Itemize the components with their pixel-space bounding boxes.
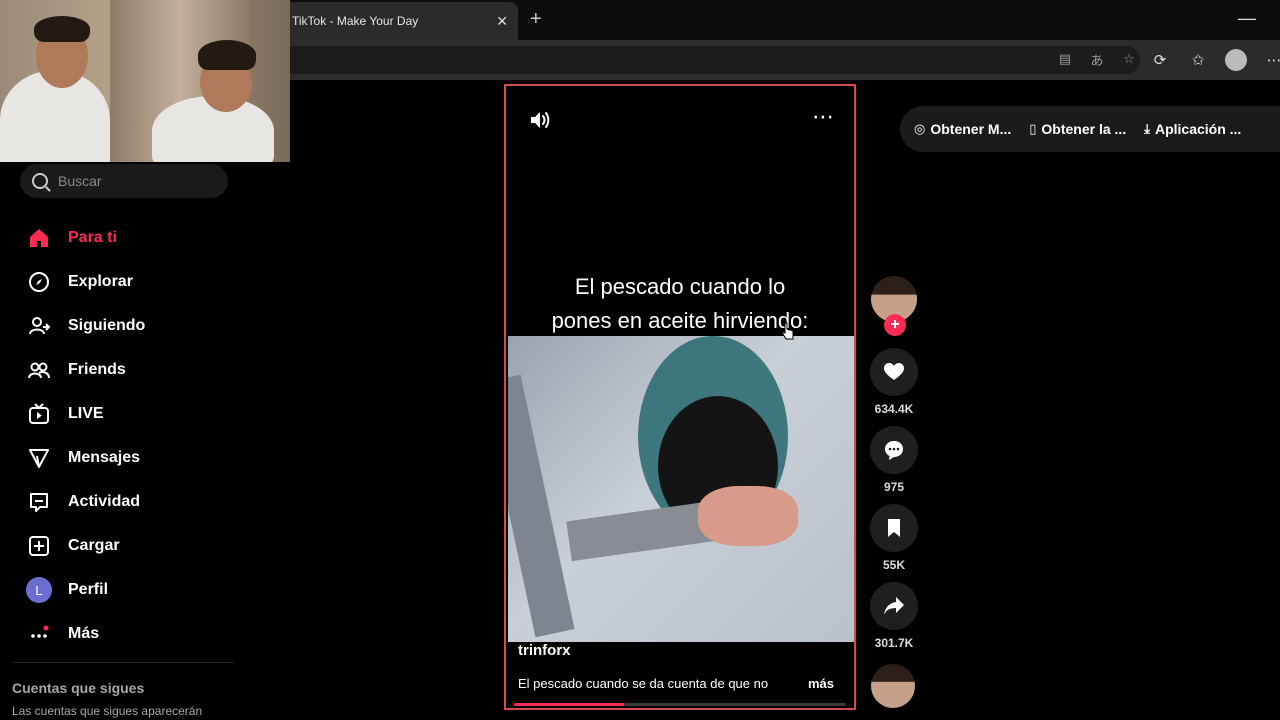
tab-close-icon[interactable]: ✕ (496, 13, 508, 30)
like-count: 634.4K (874, 402, 914, 416)
url-field[interactable] (270, 46, 1140, 74)
video-username[interactable]: trinforx (518, 642, 571, 659)
translate-icon[interactable]: あ (1088, 50, 1106, 68)
following-section-desc: Las cuentas que sigues aparecerán (12, 704, 203, 718)
like-button[interactable] (870, 348, 918, 396)
video-more-icon[interactable]: ⋯ (812, 104, 835, 130)
sidebar-item-siguiendo[interactable]: Siguiendo (16, 304, 226, 348)
get-coins-link[interactable]: ◎ Obtener M... (914, 121, 1011, 137)
following-section-title: Cuentas que sigues (12, 680, 145, 696)
video-progress-fill (514, 703, 624, 706)
sidebar-item-label: Siguiendo (68, 317, 146, 334)
search-icon (32, 173, 48, 189)
tab-title: TikTok - Make Your Day (292, 14, 419, 28)
following-icon (26, 313, 52, 339)
favorite-star-icon[interactable]: ☆ (1120, 50, 1138, 68)
sidebar-item-label: Cargar (68, 537, 120, 554)
sidebar-item-label: Para ti (68, 229, 117, 246)
description-more-button[interactable]: más (808, 676, 834, 691)
sidebar-item-label: Más (68, 625, 100, 642)
webcam-overlay (0, 0, 290, 162)
desktop-app-link[interactable]: ⤓ Aplicación ... (1144, 121, 1241, 137)
get-app-label: Obtener la ... (1041, 121, 1127, 137)
video-progress-bar[interactable] (514, 703, 846, 706)
sidebar-item-label: Actividad (68, 493, 141, 510)
share-arrow-icon (884, 597, 904, 615)
sidebar-item-mas[interactable]: Más (16, 612, 226, 656)
volume-icon[interactable] (528, 108, 552, 132)
sidebar-item-label: LIVE (68, 405, 104, 422)
get-app-link[interactable]: ▯ Obtener la ... (1029, 121, 1126, 137)
sidebar-divider (12, 662, 234, 663)
heart-icon (884, 363, 904, 380)
extensions-icon[interactable]: ⟳ (1148, 48, 1172, 72)
sidebar-item-explorar[interactable]: Explorar (16, 260, 226, 304)
home-icon (26, 225, 52, 251)
save-count: 55K (882, 558, 905, 572)
search-box[interactable] (20, 164, 228, 198)
browser-tab[interactable]: TikTok - Make Your Day ✕ (282, 2, 518, 40)
hand-cursor-icon (782, 322, 794, 340)
get-coins-label: Obtener M... (930, 121, 1012, 137)
sidebar-item-actividad[interactable]: Actividad (16, 480, 226, 524)
person-right-hair (198, 40, 256, 70)
sidebar-item-live[interactable]: LIVE (16, 392, 226, 436)
phone-icon: ▯ (1029, 121, 1037, 136)
friends-icon (26, 357, 52, 383)
sidebar: Para ti Explorar Siguiendo Friends LIVE (0, 162, 240, 720)
profile-avatar: L (26, 577, 52, 603)
creator-avatar[interactable]: + (871, 276, 917, 336)
comment-icon (885, 441, 903, 460)
sidebar-item-para-ti[interactable]: Para ti (16, 216, 226, 260)
sidebar-nav: Para ti Explorar Siguiendo Friends LIVE (16, 216, 226, 656)
activity-icon (26, 489, 52, 515)
sidebar-item-label: Friends (68, 361, 126, 378)
caption-line-1: El pescado cuando lo (574, 274, 786, 299)
comment-button[interactable] (870, 426, 918, 474)
minimize-button[interactable]: — (1238, 8, 1256, 29)
sidebar-item-cargar[interactable]: Cargar (16, 524, 226, 568)
messages-icon (26, 445, 52, 471)
bookmark-icon (888, 519, 900, 537)
video-frame (508, 336, 854, 642)
comment-count: 975 (883, 480, 905, 494)
caption-line-2: pones en aceite hirviendo: (551, 308, 809, 333)
share-button[interactable] (870, 582, 918, 630)
download-icon: ⤓ (1144, 121, 1150, 136)
profile-icon[interactable] (1224, 48, 1248, 72)
video-player[interactable]: ⋯ El pescado cuando lo pones en aceite h… (504, 84, 856, 710)
video-caption: El pescado cuando lo pones en aceite hir… (506, 270, 854, 338)
coin-icon: ◎ (914, 121, 926, 136)
sidebar-item-perfil[interactable]: L Perfil (16, 568, 226, 612)
sidebar-item-label: Mensajes (68, 449, 141, 466)
sidebar-item-label: Perfil (68, 581, 109, 598)
save-button[interactable] (870, 504, 918, 552)
search-input[interactable] (58, 173, 218, 189)
next-creator-avatar[interactable] (871, 664, 915, 708)
desktop-app-label: Aplicación ... (1154, 121, 1242, 137)
action-rail: + 634.4K 975 55K 301.7K (868, 276, 920, 660)
sidebar-item-label: Explorar (68, 273, 133, 290)
upload-icon (26, 533, 52, 559)
person-left-hair (34, 16, 90, 42)
top-actions-bar: ◎ Obtener M... ▯ Obtener la ... ⤓ Aplica… (900, 106, 1280, 152)
live-icon (26, 401, 52, 427)
new-tab-button[interactable]: + (530, 8, 542, 30)
favorites-icon[interactable]: ✩ (1186, 48, 1210, 72)
more-icon[interactable]: ⋯ (1262, 48, 1280, 72)
share-count: 301.7K (874, 636, 914, 650)
sidebar-item-friends[interactable]: Friends (16, 348, 226, 392)
compass-icon (26, 269, 52, 295)
follow-plus-icon[interactable]: + (884, 314, 906, 336)
video-description: El pescado cuando se da cuenta de que no (518, 676, 769, 691)
reading-view-icon[interactable]: ▤ (1056, 50, 1074, 68)
sidebar-item-mensajes[interactable]: Mensajes (16, 436, 226, 480)
more-icon (26, 621, 52, 647)
